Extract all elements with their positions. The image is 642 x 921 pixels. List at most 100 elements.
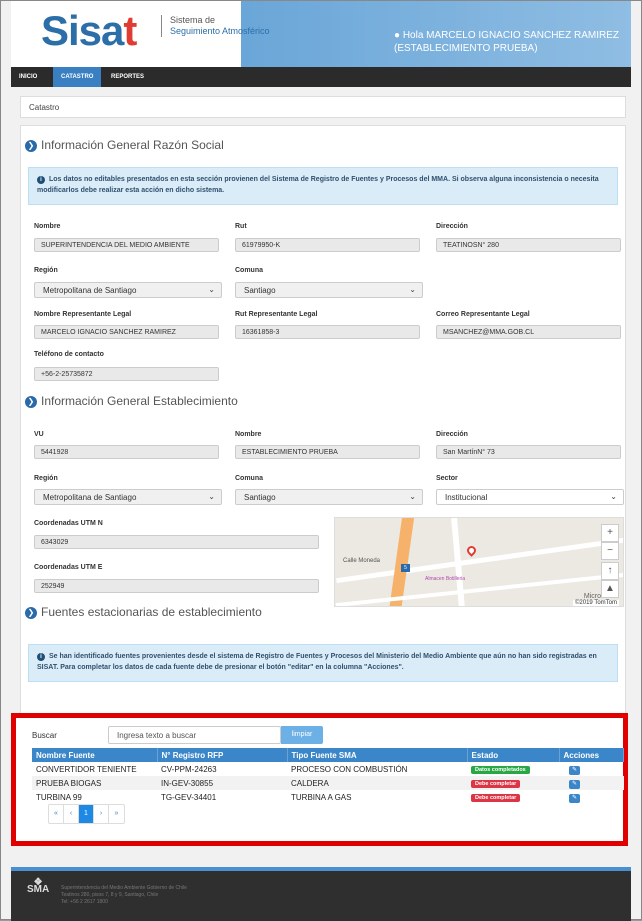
nav-item-reportes[interactable]: REPORTES xyxy=(103,67,152,87)
select-comuna-value: Santiago xyxy=(244,286,276,295)
label-telefono: Teléfono de contacto xyxy=(34,351,104,358)
field-nombre: SUPERINTENDENCIA DEL MEDIO AMBIENTE xyxy=(34,238,219,252)
pagination: « ‹ 1 › » xyxy=(48,804,125,824)
cell-nombre: PRUEBA BIOGAS xyxy=(32,776,157,790)
footer-text: Superintendencia del Medio Ambiente Gobi… xyxy=(61,885,187,906)
column-header-registro[interactable]: N° Registro RFP xyxy=(157,748,288,762)
sma-logo-text: SMA xyxy=(27,884,50,895)
chevron-down-icon: ⌄ xyxy=(610,492,617,501)
cell-nombre: TURBINA 99 xyxy=(36,792,82,802)
nav-item-catastro[interactable]: CATASTRO xyxy=(53,67,102,87)
cell-nombre: CONVERTIDOR TENIENTE xyxy=(36,764,137,774)
search-label: Buscar xyxy=(32,731,57,740)
field-utm-e: 252949 xyxy=(34,579,319,593)
chevron-right-icon: ❯ xyxy=(25,139,37,152)
map-pin-icon[interactable] xyxy=(465,544,478,557)
info-alert-fuentes: i Se han identificado fuentes provenient… xyxy=(28,644,618,682)
label-rut: Rut xyxy=(235,223,247,230)
logo-subtitle-line1: Sistema de xyxy=(170,15,216,25)
info-icon: i xyxy=(37,176,45,184)
field-rut-representante: 16361858-3 xyxy=(235,325,420,339)
section-title-establecimiento: ❯ Información General Establecimiento xyxy=(25,394,238,408)
select-comuna-establecimiento[interactable]: Santiago ⌄ xyxy=(235,489,423,505)
chevron-down-icon: ⌄ xyxy=(208,492,215,501)
info-alert-text: Los datos no editables presentados en es… xyxy=(37,176,599,194)
section-title-razon-social: ❯ Información General Razón Social xyxy=(25,138,224,152)
cell-acciones: ✎ xyxy=(559,776,624,790)
clear-search-button[interactable]: limpiar xyxy=(281,726,323,744)
page-frame: Sisat Sistema de Seguimiento Atmosférico… xyxy=(0,0,642,921)
map-route-badge: 5 xyxy=(401,564,410,572)
cell-estado: Debe completar xyxy=(467,790,559,804)
label-sector: Sector xyxy=(436,475,458,482)
user-greeting[interactable]: ● Hola MARCELO IGNACIO SANCHEZ RAMIREZ (… xyxy=(394,29,634,55)
user-establishment: (ESTABLECIMIENTO PRUEBA) xyxy=(394,43,538,54)
pencil-icon: ✎ xyxy=(571,794,578,801)
edit-button[interactable]: ✎ xyxy=(569,779,580,789)
select-region-value: Metropolitana de Santiago xyxy=(43,493,137,502)
nav-item-inicio[interactable]: INICIO xyxy=(11,67,45,87)
select-region-value: Metropolitana de Santiago xyxy=(43,286,137,295)
label-utm-n: Coordenadas UTM N xyxy=(34,520,103,527)
compass-icon[interactable]: ↑ xyxy=(601,562,619,580)
app-header: Sisat Sistema de Seguimiento Atmosférico… xyxy=(11,1,631,67)
column-header-acciones: Acciones xyxy=(559,748,624,762)
select-region-establecimiento[interactable]: Metropolitana de Santiago ⌄ xyxy=(34,489,222,505)
logo-text: Sisa xyxy=(41,7,124,54)
footer-line1: Superintendencia del Medio Ambiente Gobi… xyxy=(61,885,187,891)
field-vu: 5441928 xyxy=(34,445,219,459)
breadcrumb: Catastro xyxy=(20,96,626,118)
pager-first-button[interactable]: « xyxy=(49,805,64,823)
label-region: Región xyxy=(34,267,58,274)
status-badge: Datos completados xyxy=(471,766,530,774)
zoom-out-icon[interactable]: − xyxy=(601,542,619,560)
select-comuna[interactable]: Santiago ⌄ xyxy=(235,282,423,298)
fuentes-table-panel: Buscar Ingresa texto a buscar limpiar No… xyxy=(11,713,628,846)
field-telefono: +56-2-25735872 xyxy=(34,367,219,381)
field-utm-n: 6343029 xyxy=(34,535,319,549)
table-row: CONVERTIDOR TENIENTE CV-PPM-24263 PROCES… xyxy=(32,762,624,776)
cell-registro: IN-GEV-30855 xyxy=(157,776,287,790)
field-correo: MSANCHEZ@MMA.GOB.CL xyxy=(436,325,621,339)
edit-button[interactable]: ✎ xyxy=(569,765,580,775)
column-header-nombre[interactable]: Nombre Fuente xyxy=(32,748,158,762)
cell-tipo: PROCESO CON COMBUSTIÓN xyxy=(291,764,408,774)
cell-estado: Datos completados xyxy=(467,762,559,776)
label-vu: VU xyxy=(34,431,44,438)
label-nombre-establecimiento: Nombre xyxy=(235,431,262,438)
pencil-icon: ✎ xyxy=(571,780,578,787)
pager-page-1[interactable]: 1 xyxy=(79,805,94,823)
info-alert-text: Se han identificado fuentes provenientes… xyxy=(37,653,597,671)
table-row: PRUEBA BIOGAS IN-GEV-30855 CALDERA Debe … xyxy=(32,776,624,790)
cell-tipo: CALDERA xyxy=(287,776,467,790)
pager-last-button[interactable]: » xyxy=(109,805,124,823)
search-input[interactable]: Ingresa texto a buscar xyxy=(108,726,281,744)
search-placeholder: Ingresa texto a buscar xyxy=(117,731,197,740)
pager-next-button[interactable]: › xyxy=(94,805,109,823)
section-title-text: Información General Razón Social xyxy=(41,138,224,152)
select-sector-value: Institucional xyxy=(445,493,488,502)
label-utm-e: Coordenadas UTM E xyxy=(34,564,103,571)
chevron-down-icon: ⌄ xyxy=(409,492,416,501)
user-name: Hola MARCELO IGNACIO SANCHEZ RAMIREZ xyxy=(402,30,619,41)
cell-acciones: ✎ xyxy=(559,762,624,776)
label-correo: Correo Representante Legal xyxy=(436,311,530,318)
pager-prev-button[interactable]: ‹ xyxy=(64,805,79,823)
column-header-estado[interactable]: Estado xyxy=(467,748,560,762)
sisat-logo[interactable]: Sisat xyxy=(41,7,137,55)
location-map[interactable]: Calle Moneda 5 Almacen Botilleria + − ↑ … xyxy=(334,517,624,607)
info-alert-razon-social: i Los datos no editables presentados en … xyxy=(28,167,618,205)
map-street-label: Calle Moneda xyxy=(343,558,381,564)
table-row: TURBINA 99 TG-GEV-34401 TURBINA A GAS De… xyxy=(32,790,624,804)
map-highway xyxy=(386,518,416,606)
field-representante: MARCELO IGNACIO SANCHEZ RAMIREZ xyxy=(34,325,219,339)
edit-button[interactable]: ✎ xyxy=(569,793,580,803)
select-region[interactable]: Metropolitana de Santiago ⌄ xyxy=(34,282,222,298)
section-title-text: Fuentes estacionarias de establecimiento xyxy=(41,605,262,619)
logo-subtitle-line2: Seguimiento Atmosférico xyxy=(170,26,270,36)
map-brand: Micro xyxy=(583,593,601,600)
zoom-in-icon[interactable]: + xyxy=(601,524,619,542)
select-sector[interactable]: Institucional ⌄ xyxy=(436,489,624,505)
pitch-icon[interactable]: ▲ xyxy=(601,580,619,598)
column-header-tipo[interactable]: Tipo Fuente SMA xyxy=(287,748,468,762)
